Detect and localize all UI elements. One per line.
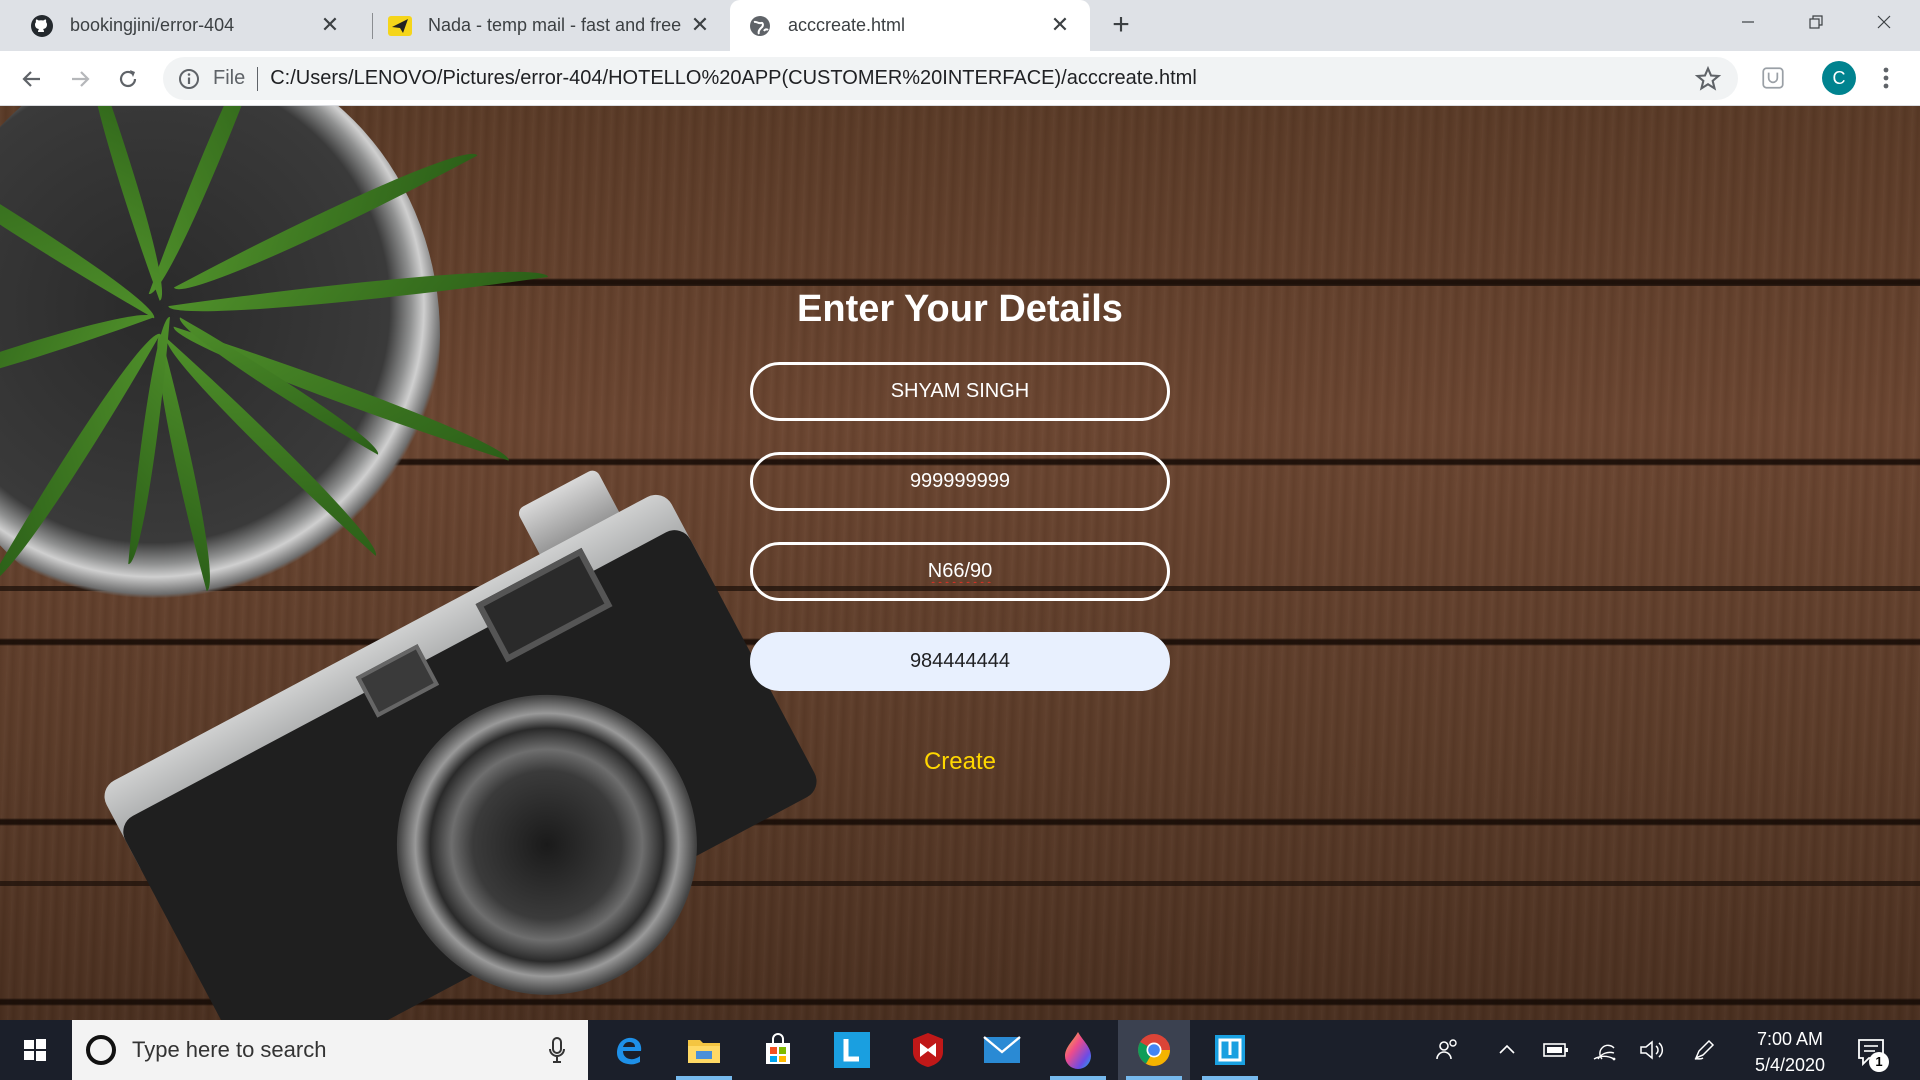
profile-avatar[interactable]: C [1822,61,1856,95]
snip-icon[interactable] [1194,1020,1266,1080]
microphone-icon[interactable] [548,1036,566,1064]
forward-button[interactable] [62,61,98,97]
search-placeholder: Type here to search [132,1037,327,1062]
notification-count-badge: 1 [1869,1052,1889,1072]
l-app-icon[interactable] [816,1020,888,1080]
chevron-up-icon[interactable] [1490,1020,1524,1080]
restore-button[interactable] [1782,0,1850,44]
taskbar: Type here to search 7:00 AM 5/4/2020 1 [0,1020,1920,1080]
bookmark-star-icon[interactable] [1694,65,1722,93]
wifi-icon[interactable] [1586,1020,1622,1080]
info-icon[interactable] [177,67,201,91]
tab-title: bookingjini/error-404 [70,15,235,35]
tab-title: acccreate.html [788,15,906,35]
clock-time: 7:00 AM [1756,1029,1824,1049]
phone-input[interactable] [750,452,1170,511]
people-icon[interactable] [1430,1020,1466,1080]
edge-icon[interactable] [592,1020,664,1080]
file-explorer-icon[interactable] [668,1020,740,1080]
browser-toolbar: File C:/Users/LENOVO/Pictures/error-404/… [0,51,1920,106]
scheme-label: File [213,67,246,89]
address-bar[interactable]: File C:/Users/LENOVO/Pictures/error-404/… [163,57,1738,100]
windows-start-icon[interactable] [0,1020,70,1080]
close-window-button[interactable] [1850,0,1918,44]
page-title: Enter Your Details [797,288,1123,330]
mcafee-icon[interactable] [892,1020,964,1080]
store-icon[interactable] [742,1020,814,1080]
taskbar-search[interactable]: Type here to search [72,1020,588,1080]
tab-title: Nada - temp mail - fast and free [428,15,682,35]
tab-nada[interactable]: Nada - temp mail - fast and free ✕ [360,0,730,51]
back-arrow-icon [22,71,40,87]
cortana-icon [86,1035,116,1065]
paper-plane-icon [388,14,412,38]
address-separator [257,66,259,91]
new-tab-button[interactable]: + [1106,10,1136,41]
close-tab-icon[interactable]: ✕ [688,12,712,37]
name-input[interactable] [750,362,1170,421]
create-button[interactable]: Create [860,742,1060,782]
tab-strip: bookingjini/error-404 ✕ Nada - temp mail… [0,0,1920,51]
tab-github[interactable]: bookingjini/error-404 ✕ [0,0,360,51]
chrome-icon[interactable] [1118,1020,1190,1080]
mail-icon[interactable] [966,1020,1038,1080]
github-icon [30,14,54,38]
close-tab-icon[interactable]: ✕ [318,12,342,37]
reload-button[interactable] [110,61,146,97]
url-text[interactable]: C:/Users/LENOVO/Pictures/error-404/HOTEL… [270,67,1197,90]
tab-acccreate[interactable]: acccreate.html ✕ [730,0,1090,51]
globe-icon [748,14,772,38]
forward-arrow-icon [72,71,90,87]
minimize-button[interactable] [1714,0,1782,44]
volume-icon[interactable] [1634,1020,1670,1080]
system-clock[interactable]: 7:00 AM 5/4/2020 [1735,1026,1845,1078]
reload-icon [119,70,137,88]
close-tab-icon[interactable]: ✕ [1048,12,1072,37]
address-input[interactable] [750,542,1170,601]
back-button[interactable] [14,61,50,97]
clock-date: 5/4/2020 [1754,1055,1826,1075]
pen-icon[interactable] [1686,1020,1722,1080]
extension-icon[interactable] [1760,65,1786,91]
page-viewport: Enter Your Details Create [0,106,1920,1020]
more-options-icon[interactable] [1876,61,1896,95]
battery-icon[interactable] [1538,1020,1574,1080]
mobile-input[interactable] [750,632,1170,691]
paint-drop-icon[interactable] [1042,1020,1114,1080]
